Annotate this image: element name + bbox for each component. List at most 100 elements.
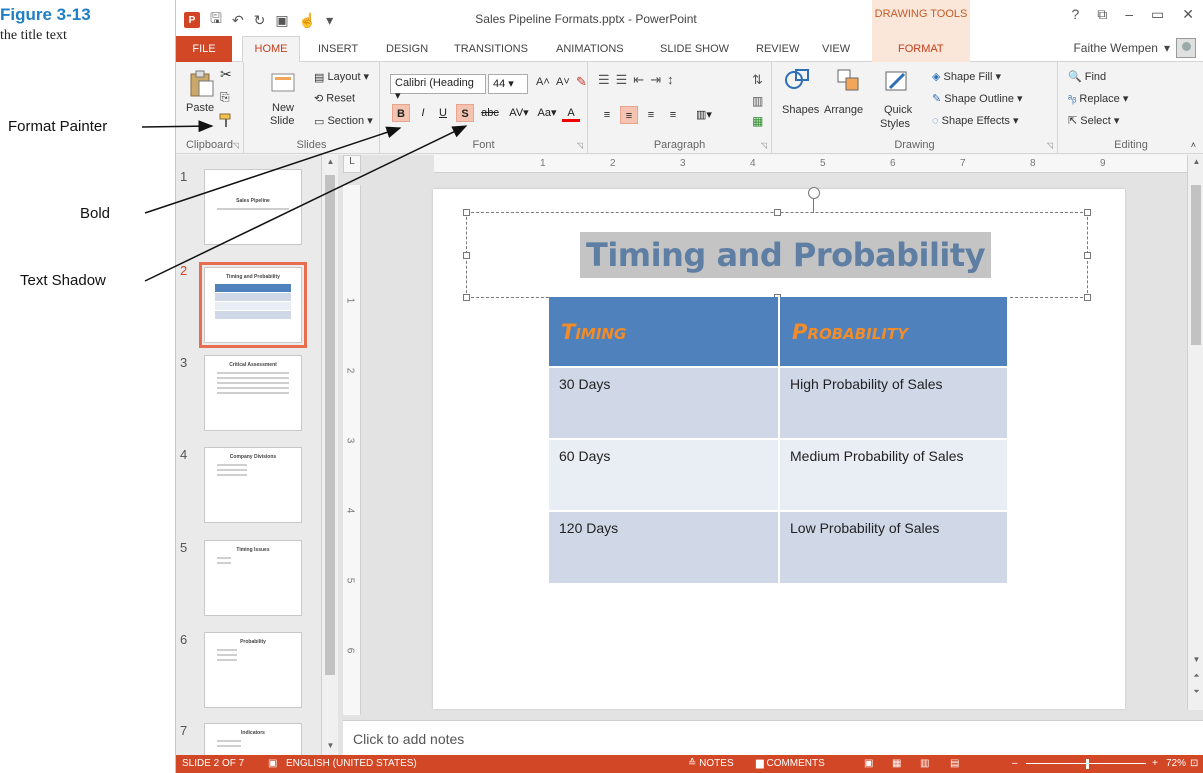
tab-review[interactable]: REVIEW: [756, 40, 799, 58]
slideshow-view-icon[interactable]: ▤: [950, 758, 959, 769]
quick-styles-label-1[interactable]: Quick: [884, 104, 912, 116]
align-center-icon[interactable]: ≡: [620, 106, 638, 124]
slide-thumbnail-3[interactable]: Critical Assessment: [204, 355, 302, 431]
table-cell[interactable]: 30 Days: [549, 366, 780, 439]
arrange-button[interactable]: Arrange: [824, 104, 863, 116]
slide-thumbnail-5[interactable]: Timing Issues: [204, 540, 302, 616]
table-cell[interactable]: Medium Probability of Sales: [779, 438, 1009, 511]
font-color-button[interactable]: A: [562, 104, 580, 122]
tab-transitions[interactable]: TRANSITIONS: [454, 40, 528, 58]
character-spacing-button[interactable]: AV▾: [506, 104, 532, 122]
slide-canvas[interactable]: Timing and Probability Timing Probabilit…: [433, 187, 1125, 709]
new-slide-icon[interactable]: [268, 68, 298, 98]
paste-icon[interactable]: [186, 68, 216, 98]
scroll-up-icon[interactable]: ▲: [322, 157, 339, 166]
tab-selector[interactable]: L: [343, 155, 361, 173]
clear-formatting-icon[interactable]: ✎: [576, 74, 587, 90]
language-indicator[interactable]: ENGLISH (UNITED STATES): [286, 758, 417, 769]
copy-icon[interactable]: ⎘: [220, 90, 230, 105]
new-slide-label-2[interactable]: Slide: [270, 115, 294, 127]
table-cell[interactable]: Low Probability of Sales: [779, 510, 1009, 583]
restore-button[interactable]: ▭: [1151, 6, 1164, 23]
list-buttons[interactable]: ☰☰⇤⇥↕: [598, 72, 680, 88]
strikethrough-button[interactable]: abc: [478, 104, 502, 122]
layout-button[interactable]: ▤ Layout ▾: [314, 70, 369, 84]
font-name-select[interactable]: Calibri (Heading ▾: [390, 74, 486, 102]
data-table[interactable]: Timing Probability 30 Days High Probabil…: [549, 297, 1009, 583]
slide-thumbnail-1[interactable]: Sales Pipeline: [204, 169, 302, 245]
font-launcher-icon[interactable]: ◹: [577, 141, 583, 150]
resize-handle[interactable]: [463, 209, 470, 216]
paragraph-launcher-icon[interactable]: ◹: [761, 141, 767, 150]
new-slide-label-1[interactable]: New: [272, 102, 294, 114]
user-account[interactable]: Faithe Wempen ▾: [1073, 38, 1196, 58]
help-button[interactable]: ?: [1071, 6, 1079, 23]
cut-icon[interactable]: ✂: [220, 66, 232, 83]
shapes-icon[interactable]: [782, 66, 812, 96]
shape-effects-button[interactable]: ◌ Shape Effects ▾: [932, 114, 1018, 127]
tab-home[interactable]: HOME: [242, 36, 300, 63]
table-cell[interactable]: High Probability of Sales: [779, 366, 1009, 439]
find-button[interactable]: 🔍 Find: [1068, 70, 1106, 83]
italic-button[interactable]: I: [414, 104, 432, 122]
notes-placeholder[interactable]: Click to add notes: [353, 731, 464, 747]
resize-handle[interactable]: [463, 252, 470, 259]
smartart-icon[interactable]: ▦: [752, 114, 763, 128]
shape-fill-button[interactable]: ◈ Shape Fill ▾: [932, 70, 1001, 83]
tab-insert[interactable]: INSERT: [318, 40, 358, 58]
font-size-select[interactable]: 44 ▾: [488, 74, 528, 94]
spell-check-icon[interactable]: ▣: [268, 758, 277, 769]
title-placeholder[interactable]: Timing and Probability: [463, 187, 1091, 301]
shrink-font-icon[interactable]: A˅: [556, 76, 570, 88]
notes-button[interactable]: ≙ NOTES: [688, 758, 734, 769]
table-header[interactable]: Timing: [549, 297, 780, 367]
fit-slide-icon[interactable]: ⊡: [1190, 758, 1198, 769]
format-painter-icon[interactable]: [218, 112, 234, 128]
minimize-button[interactable]: –: [1125, 6, 1133, 23]
align-text-icon[interactable]: ▥: [752, 94, 763, 108]
quick-styles-icon[interactable]: [882, 66, 912, 96]
resize-handle[interactable]: [774, 209, 781, 216]
collapse-ribbon-icon[interactable]: ˄: [1191, 140, 1196, 150]
tab-file[interactable]: FILE: [176, 36, 232, 62]
table-cell[interactable]: 120 Days: [549, 510, 780, 583]
tab-animations[interactable]: ANIMATIONS: [556, 40, 624, 58]
next-slide-icon[interactable]: ⏷: [1188, 687, 1203, 697]
resize-handle[interactable]: [1084, 252, 1091, 259]
tab-view[interactable]: VIEW: [822, 40, 850, 58]
slide-thumbnail-2[interactable]: Timing and Probability: [199, 262, 307, 348]
scroll-down-icon[interactable]: ▼: [322, 741, 339, 750]
arrange-icon[interactable]: [834, 66, 864, 96]
reading-view-icon[interactable]: ▥: [920, 758, 929, 769]
section-button[interactable]: ▭ Section ▾: [314, 114, 373, 128]
text-shadow-button[interactable]: S: [456, 104, 474, 122]
change-case-button[interactable]: Aa▾: [534, 104, 560, 122]
resize-handle[interactable]: [1084, 294, 1091, 301]
tab-slide-show[interactable]: SLIDE SHOW: [660, 40, 729, 58]
table-cell[interactable]: 60 Days: [549, 438, 780, 511]
shapes-button[interactable]: Shapes: [782, 104, 819, 116]
select-button[interactable]: ⇱ Select ▾: [1068, 114, 1119, 127]
zoom-slider-handle[interactable]: [1086, 759, 1089, 769]
table-header[interactable]: Probability: [779, 297, 1009, 367]
slide-thumbnail-4[interactable]: Company Divisions: [204, 447, 302, 523]
align-left-icon[interactable]: ≡: [598, 106, 616, 124]
text-direction-icon[interactable]: ⇅: [752, 72, 763, 88]
slide-title[interactable]: Timing and Probability: [580, 232, 992, 278]
slide-sorter-icon[interactable]: ▦: [892, 758, 901, 769]
scroll-up-icon[interactable]: ▲: [1188, 157, 1203, 166]
resize-handle[interactable]: [1084, 209, 1091, 216]
quick-styles-label-2[interactable]: Styles: [880, 118, 910, 130]
paste-button[interactable]: Paste: [186, 102, 214, 114]
replace-button[interactable]: ᵃᵦ Replace ▾: [1068, 92, 1128, 105]
reset-button[interactable]: ⟲ Reset: [314, 92, 355, 105]
justify-icon[interactable]: ≡: [664, 106, 682, 124]
zoom-out-icon[interactable]: –: [1012, 758, 1018, 769]
slide-thumbnail-6[interactable]: Probability: [204, 632, 302, 708]
ribbon-display-button[interactable]: ⧉: [1097, 6, 1107, 23]
slide-scrollbar[interactable]: ▲ ▼ ⏶ ⏷: [1187, 155, 1203, 710]
zoom-level[interactable]: 72%: [1166, 758, 1186, 769]
resize-handle[interactable]: [463, 294, 470, 301]
scroll-down-icon[interactable]: ▼: [1188, 655, 1203, 664]
close-button[interactable]: ✕: [1182, 6, 1194, 23]
